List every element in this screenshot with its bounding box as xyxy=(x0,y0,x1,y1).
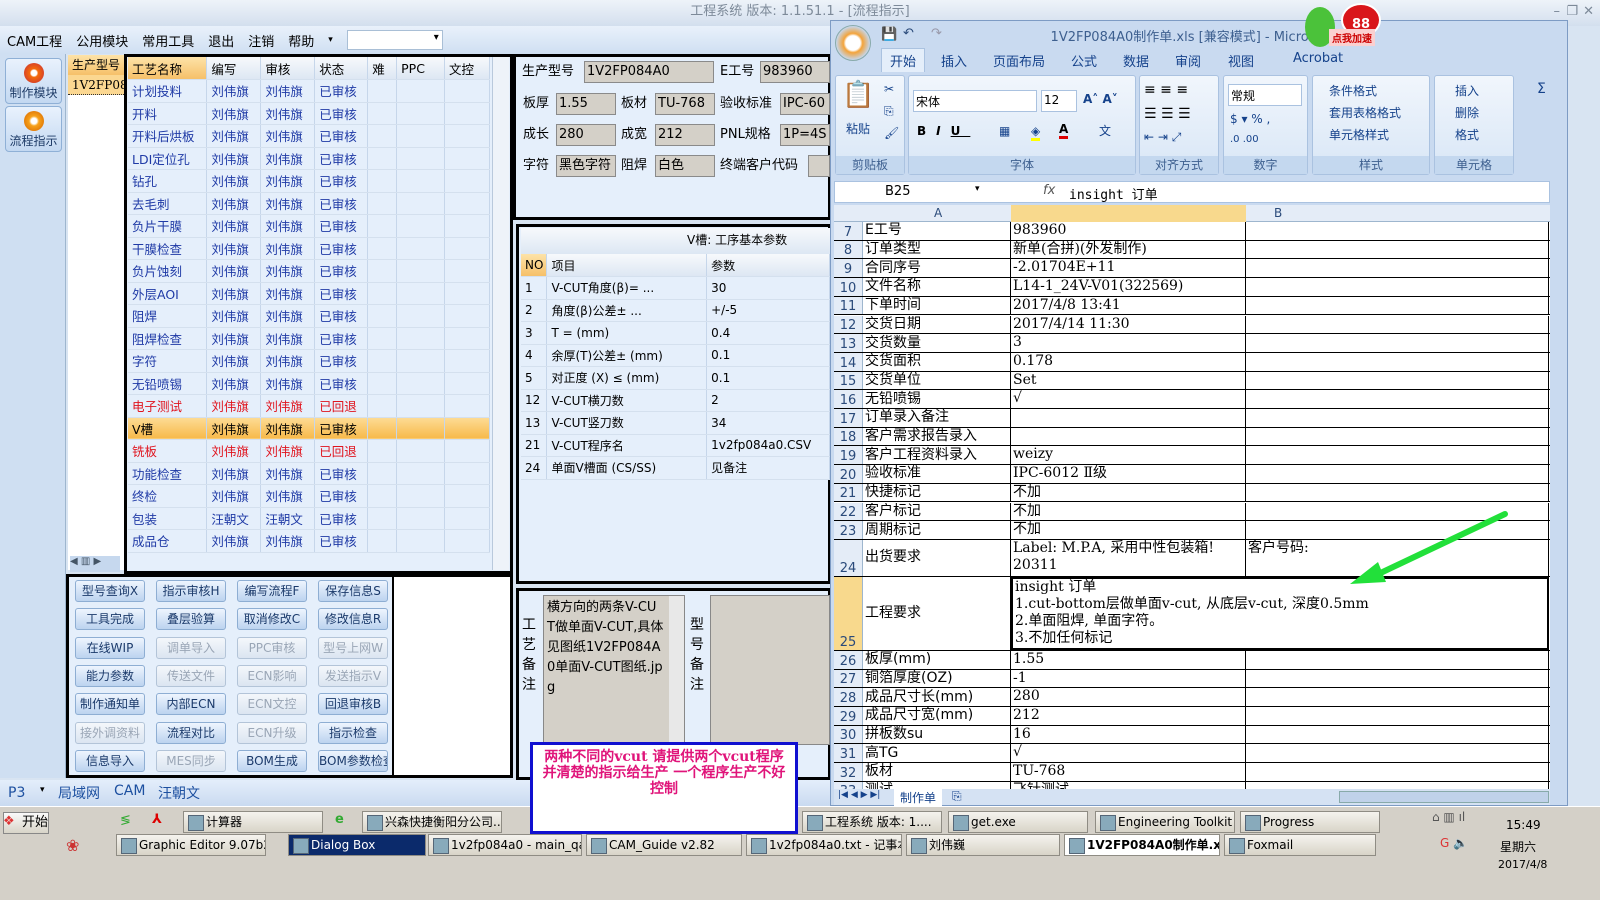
arrow-head xyxy=(1350,562,1386,584)
green-arrow xyxy=(1350,511,1508,584)
arrow-shaft xyxy=(1367,511,1508,581)
